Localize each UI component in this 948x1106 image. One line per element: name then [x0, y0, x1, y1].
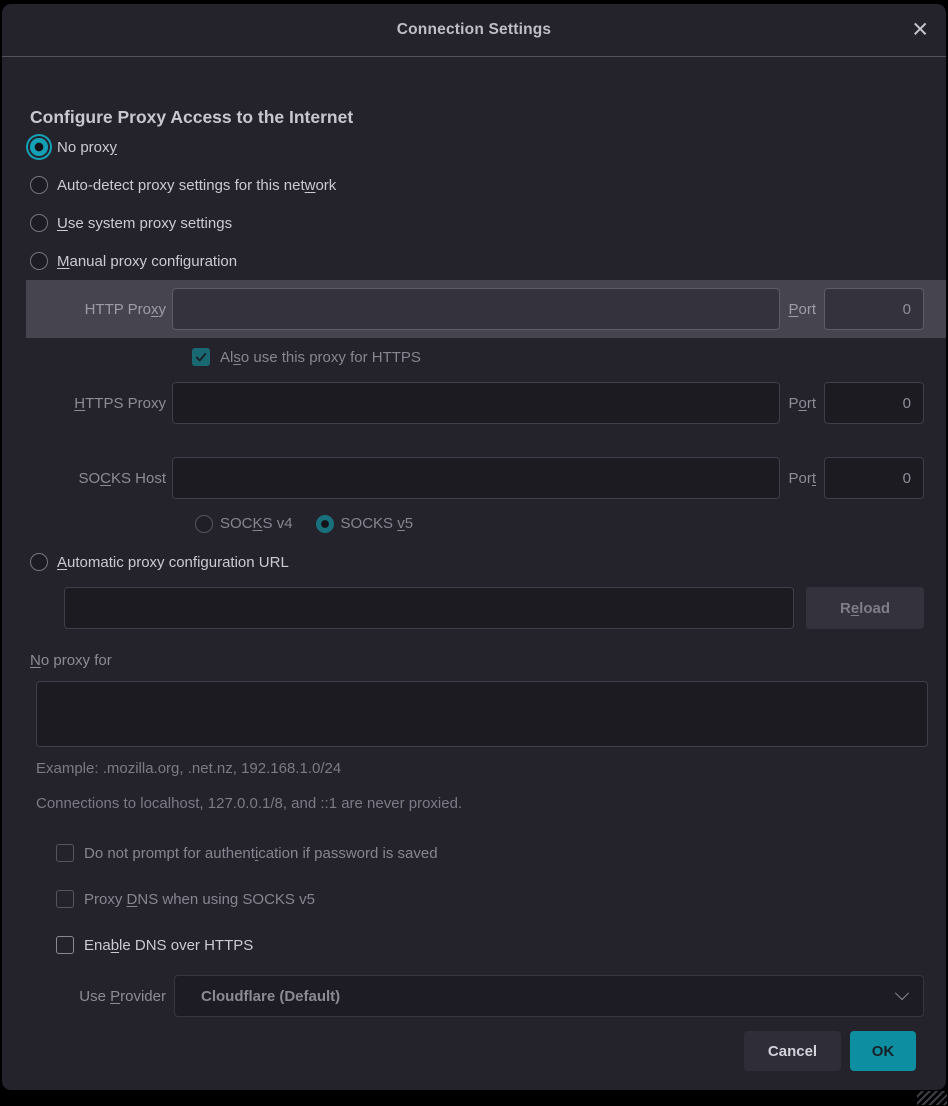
localhost-hint: Connections to localhost, 127.0.0.1/8, a…	[36, 795, 924, 815]
http-proxy-label: HTTP Proxy	[30, 301, 166, 318]
socks-port-label: Port	[788, 470, 816, 487]
radio-row-system-proxy[interactable]: Use system proxy settings	[30, 204, 924, 242]
https-proxy-row: HTTPS Proxy Port	[30, 382, 924, 424]
provider-dropdown-value: Cloudflare (Default)	[201, 988, 897, 1005]
radio-socks-v5[interactable]	[316, 515, 334, 533]
provider-dropdown[interactable]: Cloudflare (Default)	[174, 975, 924, 1017]
cancel-button[interactable]: Cancel	[744, 1031, 841, 1071]
no-prompt-auth-row[interactable]: Do not prompt for authentication if pass…	[56, 841, 924, 865]
radio-row-no-proxy[interactable]: No proxy	[30, 128, 924, 166]
radio-socks-v5-label[interactable]: SOCKS v5	[341, 515, 414, 532]
socks-host-label: SOCKS Host	[30, 470, 166, 487]
radio-socks-v4[interactable]	[195, 515, 213, 533]
dialog-titlebar: Connection Settings ✕	[2, 4, 946, 57]
proxy-dns-checkbox[interactable]	[56, 890, 74, 908]
ok-button[interactable]: OK	[850, 1031, 916, 1071]
socks-version-row: SOCKS v4 SOCKS v5	[195, 512, 924, 535]
page-title: Configure Proxy Access to the Internet	[30, 106, 924, 128]
example-hint: Example: .mozilla.org, .net.nz, 192.168.…	[36, 760, 924, 780]
enable-doh-checkbox[interactable]	[56, 936, 74, 954]
radio-no-proxy-label[interactable]: No proxy	[57, 139, 117, 156]
no-proxy-for-label: No proxy for	[30, 652, 924, 672]
enable-doh-label[interactable]: Enable DNS over HTTPS	[84, 937, 253, 954]
radio-row-manual-proxy[interactable]: Manual proxy configuration	[30, 242, 924, 280]
radio-socks-v4-label[interactable]: SOCKS v4	[220, 515, 293, 532]
also-https-checkbox[interactable]	[192, 348, 210, 366]
proxy-dns-label[interactable]: Proxy DNS when using SOCKS v5	[84, 891, 315, 908]
screen: Connection Settings ✕ Configure Proxy Ac…	[0, 0, 948, 1106]
radio-no-proxy[interactable]	[30, 138, 48, 156]
also-https-row[interactable]: Also use this proxy for HTTPS	[192, 345, 924, 369]
use-provider-label: Use Provider	[30, 988, 166, 1005]
resize-grip[interactable]	[917, 1091, 947, 1105]
https-port-input[interactable]	[824, 382, 924, 424]
radio-auto-url-label[interactable]: Automatic proxy configuration URL	[57, 554, 289, 571]
chevron-down-icon	[895, 986, 909, 1000]
socks-host-row: SOCKS Host Port	[30, 457, 924, 499]
check-icon	[195, 351, 207, 363]
radio-manual-proxy-label[interactable]: Manual proxy configuration	[57, 253, 237, 270]
proxy-dns-row[interactable]: Proxy DNS when using SOCKS v5	[56, 887, 924, 911]
no-prompt-auth-label[interactable]: Do not prompt for authentication if pass…	[84, 845, 438, 862]
no-proxy-for-textarea[interactable]	[36, 681, 928, 747]
http-proxy-input[interactable]	[172, 288, 780, 330]
https-proxy-label: HTTPS Proxy	[30, 395, 166, 412]
socks-port-input[interactable]	[824, 457, 924, 499]
radio-row-auto-detect[interactable]: Auto-detect proxy settings for this netw…	[30, 166, 924, 204]
reload-button[interactable]: Reload	[806, 587, 924, 629]
radio-row-auto-url[interactable]: Automatic proxy configuration URL	[30, 550, 924, 574]
socks-host-input[interactable]	[172, 457, 780, 499]
radio-auto-url[interactable]	[30, 553, 48, 571]
enable-doh-row[interactable]: Enable DNS over HTTPS	[56, 933, 924, 957]
no-prompt-auth-checkbox[interactable]	[56, 844, 74, 862]
radio-manual-proxy[interactable]	[30, 252, 48, 270]
radio-auto-detect-label[interactable]: Auto-detect proxy settings for this netw…	[57, 177, 336, 194]
http-port-input[interactable]	[824, 288, 924, 330]
dialog-content: Configure Proxy Access to the Internet N…	[2, 57, 946, 1090]
auto-url-row: Reload	[30, 587, 924, 629]
doh-provider-row: Use Provider Cloudflare (Default)	[30, 975, 924, 1017]
radio-auto-detect[interactable]	[30, 176, 48, 194]
radio-system-proxy-label[interactable]: Use system proxy settings	[57, 215, 232, 232]
close-icon[interactable]: ✕	[911, 20, 929, 41]
dialog-footer: Cancel OK	[30, 1031, 924, 1071]
https-port-label: Port	[788, 395, 816, 412]
also-https-label[interactable]: Also use this proxy for HTTPS	[220, 349, 421, 366]
http-port-label: Port	[788, 301, 816, 318]
http-proxy-row: HTTP Proxy Port	[26, 280, 946, 338]
dialog-title: Connection Settings	[397, 21, 552, 39]
connection-settings-dialog: Connection Settings ✕ Configure Proxy Ac…	[2, 4, 946, 1090]
https-proxy-input[interactable]	[172, 382, 780, 424]
auto-url-input[interactable]	[64, 587, 794, 629]
radio-system-proxy[interactable]	[30, 214, 48, 232]
